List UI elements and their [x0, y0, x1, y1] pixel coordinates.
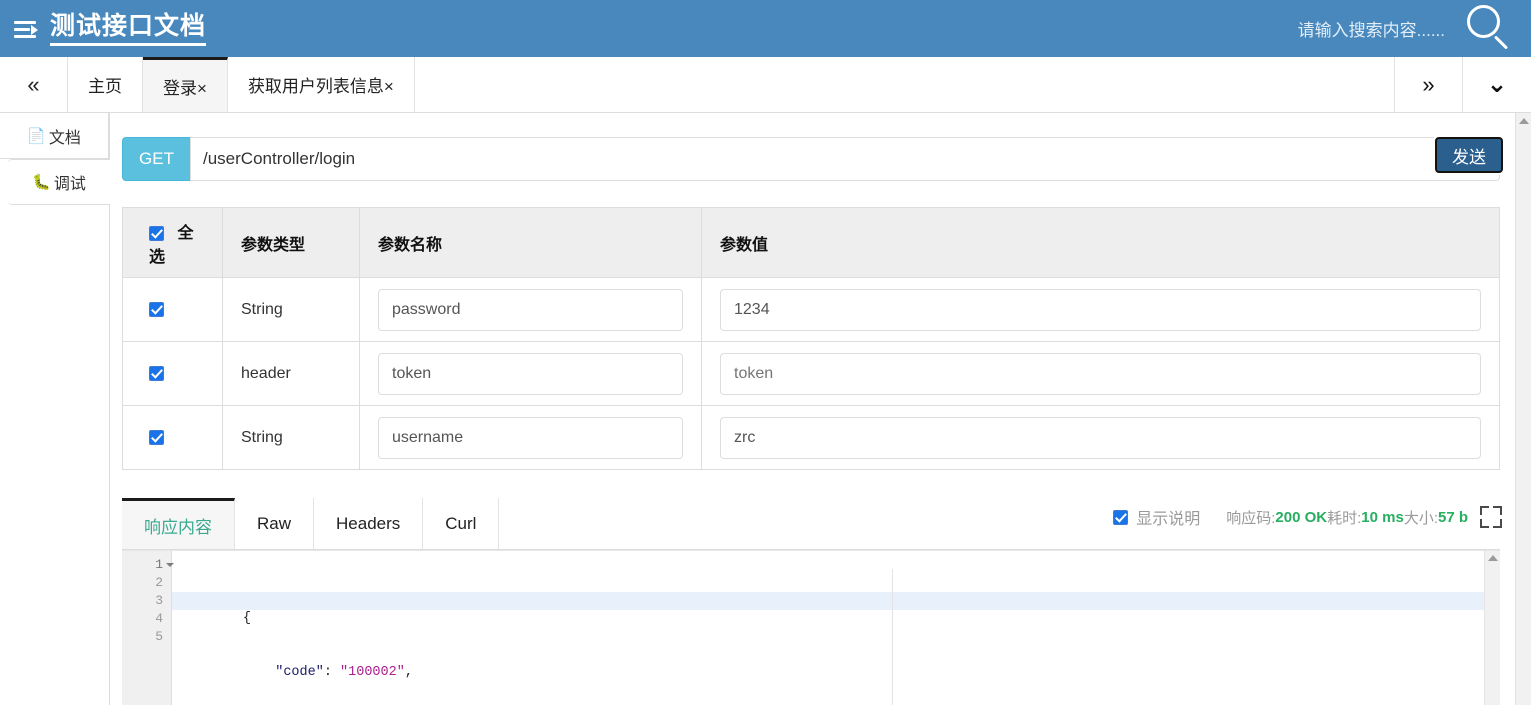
code-line: "code": "100002", — [275, 665, 413, 680]
left-sidebar: 📄 文档 🐛 调试 — [0, 113, 110, 705]
show-description-checkbox[interactable] — [1113, 509, 1129, 525]
row-param-type: header — [222, 341, 360, 406]
row-checkbox[interactable] — [149, 301, 164, 317]
brand: 测试接口文档 — [0, 11, 207, 46]
show-description-label: 显示说明 — [1136, 511, 1201, 528]
param-value-input[interactable] — [720, 288, 1481, 331]
show-description-toggle[interactable]: 显示说明 — [1113, 505, 1200, 529]
line-number: 2 — [155, 575, 163, 590]
row-param-name-cell — [359, 405, 702, 470]
table-row: String — [122, 277, 1500, 342]
editor-print-margin — [892, 569, 893, 705]
tab-headers[interactable]: Headers — [314, 498, 424, 549]
param-name-input[interactable] — [378, 288, 683, 331]
tab-bar: « 主页 登录× 获取用户列表信息× » ⌄ — [0, 57, 1531, 113]
hamburger-menu-icon[interactable] — [14, 18, 40, 40]
param-value-input[interactable] — [720, 352, 1481, 395]
scroll-up-arrow-icon[interactable] — [1488, 555, 1498, 561]
tabs-scroll-prev-button[interactable]: « — [0, 57, 68, 112]
tab-get-user-list[interactable]: 获取用户列表信息× — [227, 57, 415, 112]
document-icon: 📄 — [27, 127, 46, 145]
editor-code-area[interactable]: { "code": "100002", "message": "该账号已被锁定!… — [172, 551, 1500, 705]
bug-icon: 🐛 — [32, 174, 51, 191]
app-title: 测试接口文档 — [50, 11, 207, 46]
elapsed-time-value: 10 ms — [1361, 508, 1404, 526]
row-param-value-cell — [701, 405, 1500, 470]
column-param-type: 参数类型 — [222, 207, 360, 278]
request-url-row: GET — [122, 137, 1500, 181]
tab-login[interactable]: 登录× — [143, 57, 228, 112]
line-number: 5 — [155, 629, 163, 644]
header-right: 请输入搜索内容...... — [1298, 3, 1531, 55]
tabs-scroll-next-button[interactable]: » — [1395, 57, 1463, 112]
row-param-type: String — [222, 405, 360, 470]
row-param-value-cell — [701, 277, 1500, 342]
select-all-checkbox[interactable] — [149, 225, 164, 241]
tab-raw[interactable]: Raw — [235, 498, 315, 549]
http-method-badge[interactable]: GET — [122, 137, 190, 181]
row-checkbox[interactable] — [149, 429, 164, 445]
column-select-all: 全选 — [122, 207, 223, 278]
tab-bar-spacer — [415, 57, 1395, 112]
response-body-editor[interactable]: 1 2 3 4 5 { "code": "100002", "message":… — [122, 550, 1500, 705]
tab-curl[interactable]: Curl — [423, 498, 500, 549]
tab-response-body[interactable]: 响应内容 — [122, 498, 235, 549]
sidebar-item-document-label: 文档 — [48, 129, 81, 147]
size-value: 57 b — [1437, 508, 1468, 526]
chevron-double-down-icon: ⌄ — [1486, 70, 1508, 98]
main-panel: GET 发送 全选 参数类型 参数名称 参数值 String — [110, 113, 1516, 705]
response-meta: 显示说明 响应码: 200 OK 耗时: 10 ms 大小: 57 b — [1113, 505, 1502, 529]
row-select-cell — [122, 405, 223, 470]
expand-fullscreen-icon[interactable] — [1480, 506, 1502, 528]
page-scrollbar[interactable] — [1515, 113, 1531, 705]
table-row: String — [122, 405, 1500, 470]
scroll-up-arrow-icon[interactable] — [1519, 118, 1529, 124]
row-param-value-cell — [701, 341, 1500, 406]
table-header-row: 全选 参数类型 参数名称 参数值 — [122, 207, 1500, 278]
param-name-input[interactable] — [378, 416, 683, 459]
row-param-name-cell — [359, 341, 702, 406]
row-select-cell — [122, 277, 223, 342]
status-code-value: 200 OK — [1275, 508, 1328, 526]
search-icon[interactable] — [1463, 3, 1515, 55]
send-button[interactable]: 发送 — [1435, 137, 1503, 173]
column-param-name: 参数名称 — [359, 207, 702, 278]
code-line: { — [172, 592, 1500, 626]
line-number: 4 — [155, 611, 163, 626]
line-number: 1 — [122, 556, 174, 574]
size-label: 大小: — [1403, 509, 1438, 527]
row-checkbox[interactable] — [149, 365, 164, 381]
param-name-input[interactable] — [378, 352, 683, 395]
app-header: 测试接口文档 请输入搜索内容...... — [0, 0, 1531, 57]
row-select-cell — [122, 341, 223, 406]
row-param-type: String — [222, 277, 360, 342]
sidebar-item-debug[interactable]: 🐛 调试 — [8, 159, 110, 205]
code-line: "message": "该账号已被锁定!", — [172, 700, 1500, 705]
row-param-name-cell — [359, 277, 702, 342]
table-row: header — [122, 341, 1500, 406]
elapsed-time-label: 耗时: — [1327, 509, 1362, 527]
param-value-input[interactable] — [720, 416, 1481, 459]
tabs-dropdown-button[interactable]: ⌄ — [1463, 57, 1531, 112]
sidebar-item-document[interactable]: 📄 文档 — [0, 113, 109, 159]
column-param-value: 参数值 — [701, 207, 1500, 278]
editor-scrollbar[interactable] — [1484, 551, 1500, 705]
status-code-label: 响应码: — [1226, 509, 1276, 527]
parameters-table: 全选 参数类型 参数名称 参数值 String password 1234 he… — [122, 207, 1500, 470]
editor-line-numbers: 1 2 3 4 5 — [122, 551, 174, 705]
line-number: 3 — [155, 593, 163, 608]
sidebar-item-debug-label: 调试 — [53, 176, 86, 193]
search-input[interactable]: 请输入搜索内容...... — [1298, 16, 1445, 41]
request-url-input[interactable] — [190, 137, 1500, 181]
tab-home[interactable]: 主页 — [68, 57, 143, 112]
